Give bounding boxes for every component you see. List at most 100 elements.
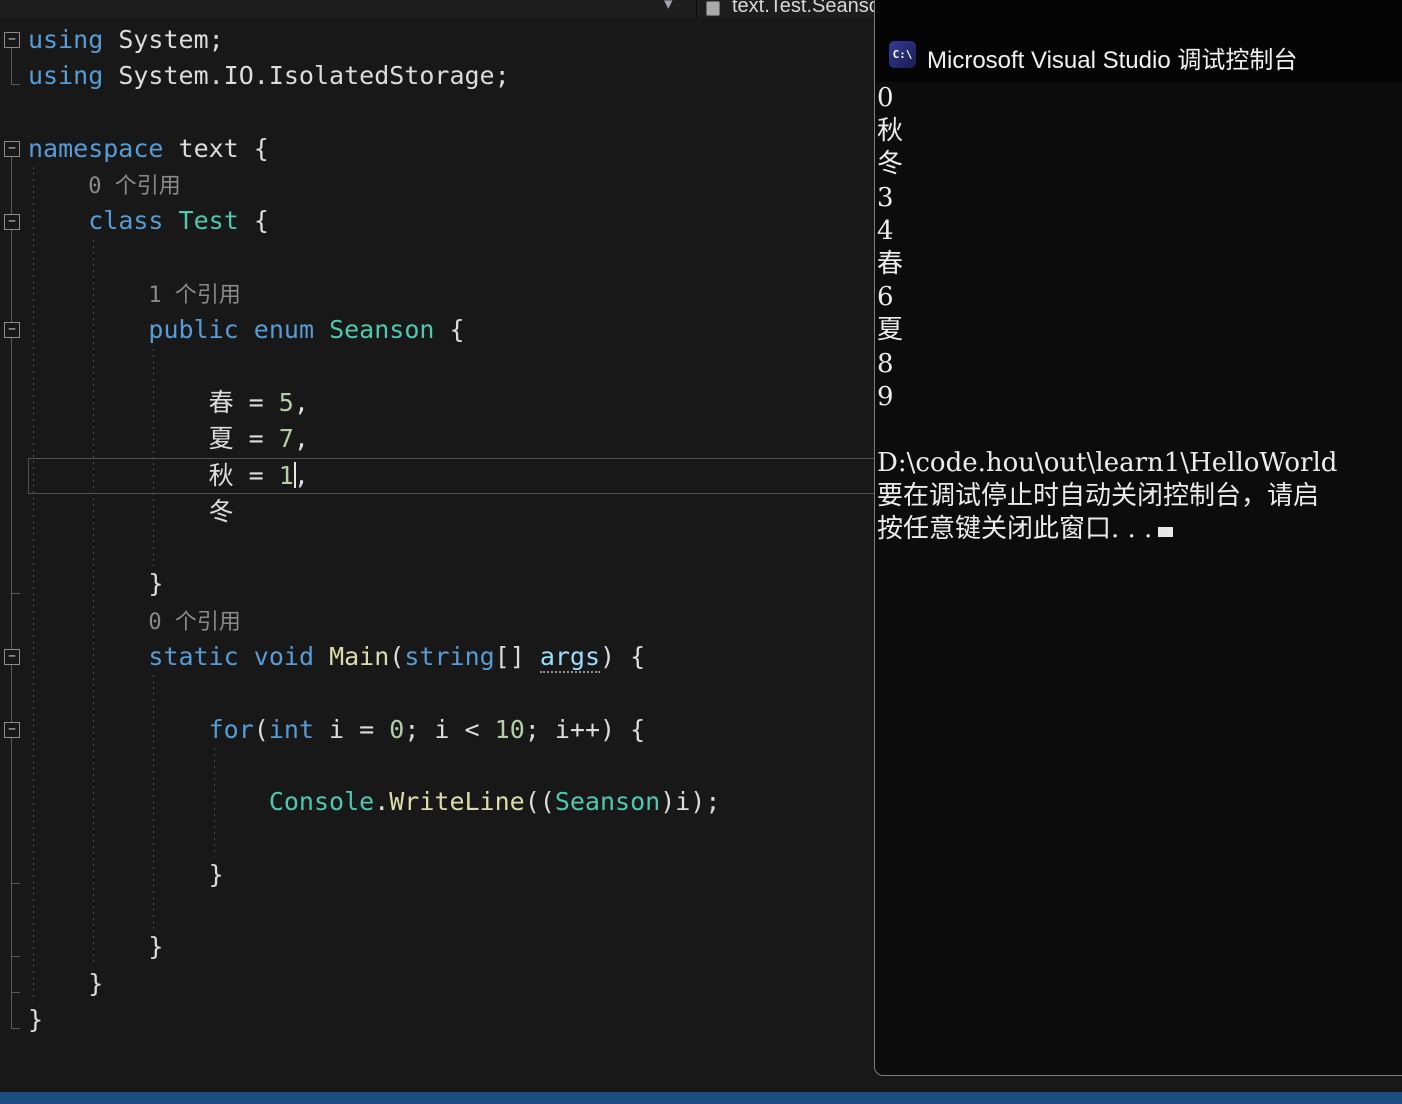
fold-collapse-button[interactable]: − — [4, 213, 20, 230]
code-token: System; — [103, 25, 224, 54]
console-line: D:\code.hou\out\learn1\HelloWorld — [877, 448, 1338, 479]
code-token: 春 = — [208, 387, 279, 417]
code-token: { — [238, 206, 269, 236]
console-titlebar[interactable]: C:\ Microsoft Visual Studio 调试控制台 — [875, 0, 1402, 82]
code-token: (( — [524, 787, 555, 817]
code-token: 0 — [389, 714, 405, 744]
fold-collapse-button[interactable]: − — [4, 649, 20, 666]
console-line: 春 — [877, 248, 904, 279]
code-token: . — [374, 787, 390, 817]
code-token: Seanson — [554, 787, 661, 817]
code-token: } — [88, 968, 104, 998]
code-token: 10 — [494, 714, 525, 744]
console-line: 3 — [877, 182, 894, 213]
console-line: 0 — [877, 83, 894, 113]
code-token: } — [148, 932, 164, 962]
code-token: } — [28, 1005, 44, 1035]
navigation-bar: ▾ text.Test.Seanson — [0, 0, 891, 18]
console-title: Microsoft Visual Studio 调试控制台 — [927, 47, 1298, 74]
code-token: Seanson — [329, 315, 435, 345]
fold-collapse-button[interactable]: − — [4, 32, 20, 48]
code-token: class — [88, 206, 164, 236]
code-token: int — [268, 714, 314, 744]
code-token: 0 个引用 — [88, 174, 181, 200]
code-token: Console — [268, 787, 375, 817]
console-output: 0秋冬34春6夏89 D:\code.hou\out\learn1\HelloW… — [877, 82, 1402, 1075]
code-token: ( — [389, 642, 405, 672]
console-cursor — [1158, 527, 1174, 538]
code-token: string — [404, 642, 495, 672]
fold-collapse-button[interactable]: − — [4, 721, 20, 738]
code-token: 1 — [278, 460, 294, 490]
fold-end-tick — [11, 1028, 20, 1030]
code-token: static — [148, 642, 239, 672]
code-token: , — [293, 424, 309, 454]
fold-end-tick — [11, 84, 20, 86]
console-line: 冬 — [877, 149, 904, 180]
code-token: ( — [253, 714, 269, 744]
code-token: System.IO.IsolatedStorage; — [103, 61, 510, 91]
console-line: 6 — [877, 282, 894, 313]
fold-line — [11, 48, 12, 85]
code-token: void — [253, 642, 315, 672]
code-token: i = — [314, 714, 390, 744]
code-token: 秋 = — [208, 460, 279, 490]
code-token: , — [293, 460, 309, 490]
code-token: WriteLine — [389, 787, 525, 817]
status-bar — [0, 1092, 1402, 1104]
code-token: args — [539, 642, 601, 674]
code-token: 5 — [278, 387, 294, 417]
code-token: using — [28, 25, 104, 54]
code-token: 冬 — [208, 496, 234, 526]
console-line: 8 — [877, 348, 894, 379]
code-token: { — [434, 315, 465, 345]
fold-end-tick — [11, 955, 20, 957]
chevron-down-icon[interactable]: ▾ — [664, 0, 673, 14]
code-token: } — [208, 859, 224, 889]
console-line: 秋 — [877, 116, 904, 147]
console-line: 夏 — [877, 315, 904, 346]
code-token: } — [148, 569, 164, 599]
code-token: , — [293, 387, 309, 417]
code-token: ) { — [600, 642, 646, 672]
fold-collapse-button[interactable]: − — [4, 322, 20, 339]
breadcrumb[interactable]: text.Test.Seanson — [732, 0, 891, 18]
code-line[interactable]: 秋 = 1, — [28, 457, 875, 494]
code-token: public — [148, 315, 239, 345]
code-token: Test — [178, 206, 239, 236]
code-token: ; i++) { — [524, 714, 646, 744]
fold-collapse-button[interactable]: − — [4, 140, 20, 157]
console-line: 要在调试停止时自动关闭控制台，请启 — [877, 481, 1320, 512]
enum-icon — [706, 1, 720, 16]
code-token: 7 — [278, 424, 294, 454]
console-line: 4 — [877, 215, 894, 246]
code-token: )i); — [660, 787, 721, 817]
code-token: using — [28, 61, 104, 91]
code-token: 0 个引用 — [148, 609, 241, 635]
code-token: for — [208, 714, 254, 744]
code-token: enum — [253, 315, 315, 345]
code-token: 夏 = — [208, 424, 279, 454]
visual-studio-window: ▾ text.Test.Seanson − − − − − − using System;… — [0, 0, 1402, 1104]
navbar-divider — [696, 0, 697, 18]
fold-end-tick — [11, 991, 20, 993]
code-token: namespace — [28, 133, 164, 163]
console-icon: C:\ — [889, 41, 916, 68]
